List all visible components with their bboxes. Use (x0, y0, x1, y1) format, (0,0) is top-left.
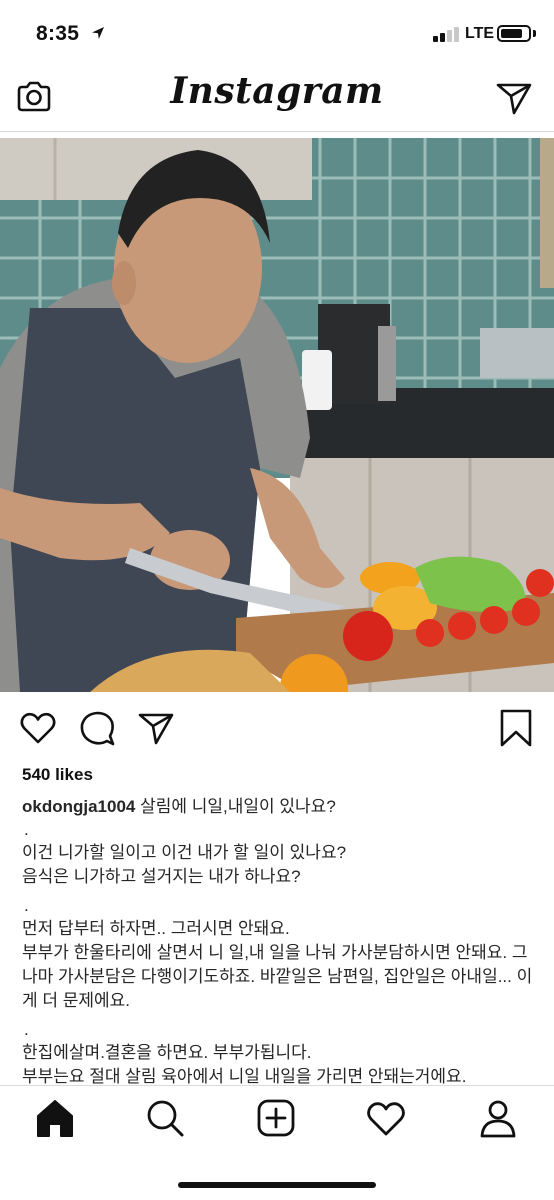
bottom-navigation (0, 1085, 554, 1200)
home-icon[interactable] (33, 1096, 77, 1140)
battery-cap (533, 30, 536, 37)
caption-dot: . (24, 820, 29, 839)
likes-count[interactable]: 540 likes (22, 765, 93, 785)
post-actions (0, 700, 554, 756)
direct-message-icon[interactable] (494, 77, 534, 117)
caption-line: 한집에살며.결혼을 하면요. 부부가됩니다. (22, 1043, 312, 1062)
share-icon[interactable] (136, 708, 176, 748)
battery-icon (497, 25, 531, 42)
caption-line: 이건 니가할 일이고 이건 내가 할 일이 있나요? (22, 843, 347, 862)
status-time: 8:35 (36, 22, 80, 45)
comment-icon[interactable] (77, 708, 117, 748)
caption-line: 음식은 니가하고 설거지는 내가 하나요? (22, 867, 301, 886)
profile-icon[interactable] (476, 1096, 520, 1140)
bookmark-icon[interactable] (496, 708, 536, 748)
instagram-logo: Instagram (170, 70, 384, 112)
search-icon[interactable] (143, 1096, 187, 1140)
caption-line: 부부가 한울타리에 살면서 니 일,내 일을 나눠 가사분담하시면 안돼요. 그… (22, 943, 533, 1010)
caption-dot: . (24, 1020, 29, 1039)
activity-icon[interactable] (364, 1096, 408, 1140)
caption-username[interactable]: okdongja1004 (22, 797, 135, 816)
app-header: Instagram (0, 66, 554, 132)
post-photo[interactable] (0, 138, 554, 692)
signal-strength-icon (433, 26, 461, 42)
post-photo-image (0, 138, 554, 692)
new-post-icon[interactable] (254, 1096, 298, 1140)
post-caption: okdongja1004 살림에 니일,내일이 있나요? . 이건 니가할 일이… (22, 795, 537, 1085)
heart-icon[interactable] (18, 708, 58, 748)
network-type: LTE (465, 25, 495, 42)
location-arrow-icon (92, 27, 104, 39)
home-indicator (178, 1182, 376, 1188)
caption-dot: . (24, 896, 29, 915)
caption-first-line: 살림에 니일,내일이 있나요? (140, 797, 336, 816)
caption-line: 먼저 답부터 하자면.. 그러시면 안돼요. (22, 919, 290, 938)
status-bar: 8:35 LTE (0, 0, 554, 66)
caption-line: 부부는요 절대 살림 육아에서 니일 내일을 가리면 안돼는거에요. (22, 1067, 467, 1085)
